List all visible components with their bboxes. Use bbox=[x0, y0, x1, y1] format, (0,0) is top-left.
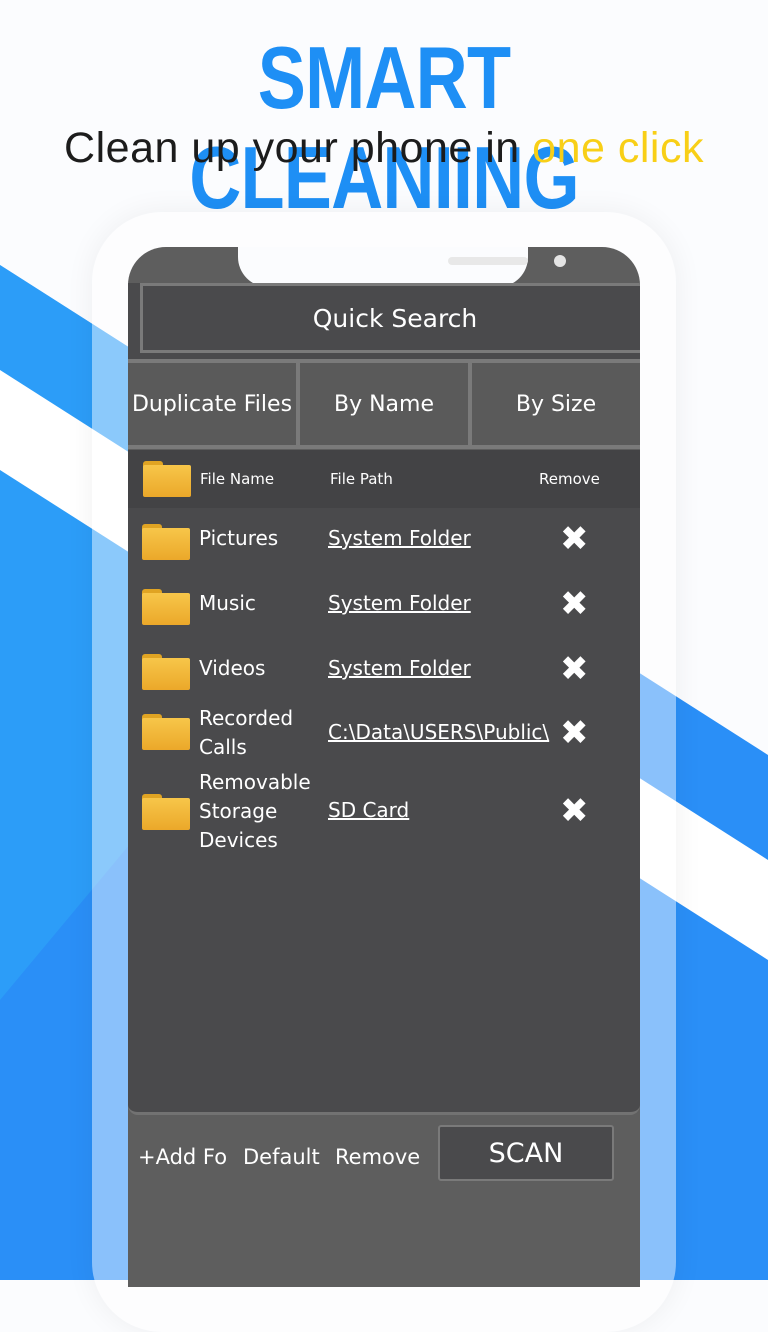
file-name: Recorded Calls bbox=[199, 706, 294, 759]
table-header: File Name File Path Remove bbox=[128, 450, 640, 508]
tab-by-size[interactable]: By Size bbox=[472, 363, 640, 445]
file-path-link[interactable]: C:\Data\USERS\Public\ bbox=[328, 720, 549, 744]
banner-subtitle: Clean up your phone in one click bbox=[0, 124, 768, 173]
file-path-link[interactable]: System Folder bbox=[328, 656, 471, 680]
remove-button[interactable]: Remove bbox=[335, 1145, 420, 1169]
default-button[interactable]: Default bbox=[243, 1145, 320, 1169]
quick-search-header[interactable]: Quick Search bbox=[140, 283, 640, 353]
add-folder-button[interactable]: +Add Fo bbox=[138, 1145, 227, 1169]
folder-icon bbox=[142, 654, 190, 690]
file-name: Removable Storage Devices bbox=[199, 770, 311, 852]
folder-icon bbox=[142, 589, 190, 625]
column-file-name: File Name bbox=[200, 470, 275, 488]
close-icon[interactable]: ✖ bbox=[560, 794, 589, 828]
close-icon[interactable]: ✖ bbox=[560, 652, 589, 686]
column-remove: Remove bbox=[539, 470, 600, 488]
file-name: Videos bbox=[199, 656, 266, 680]
phone-screen: Quick Search Duplicate Files By Name By … bbox=[128, 247, 640, 1287]
speaker bbox=[448, 257, 528, 265]
folder-icon bbox=[142, 714, 190, 750]
camera bbox=[554, 255, 566, 267]
folder-icon bbox=[142, 794, 190, 830]
tab-by-name[interactable]: By Name bbox=[300, 363, 468, 445]
close-icon[interactable]: ✖ bbox=[560, 522, 589, 556]
file-name: Pictures bbox=[199, 526, 279, 550]
close-icon[interactable]: ✖ bbox=[560, 716, 589, 750]
column-file-path: File Path bbox=[330, 470, 393, 488]
tab-duplicate-files[interactable]: Duplicate Files bbox=[128, 363, 296, 445]
file-name: Music bbox=[199, 591, 256, 615]
subtitle-highlight: one click bbox=[532, 124, 704, 172]
file-path-link[interactable]: System Folder bbox=[328, 526, 471, 550]
folder-icon bbox=[143, 461, 191, 497]
file-path-link[interactable]: System Folder bbox=[328, 591, 471, 615]
folder-list-panel: File Name File Path Remove Pictures Syst… bbox=[128, 450, 640, 1115]
close-icon[interactable]: ✖ bbox=[560, 587, 589, 621]
folder-icon bbox=[142, 524, 190, 560]
tab-bar: Duplicate Files By Name By Size bbox=[128, 359, 640, 449]
subtitle-text: Clean up your phone in bbox=[64, 124, 533, 172]
phone-notch bbox=[238, 247, 566, 287]
file-path-link[interactable]: SD Card bbox=[328, 798, 409, 822]
scan-button[interactable]: SCAN bbox=[438, 1125, 614, 1181]
